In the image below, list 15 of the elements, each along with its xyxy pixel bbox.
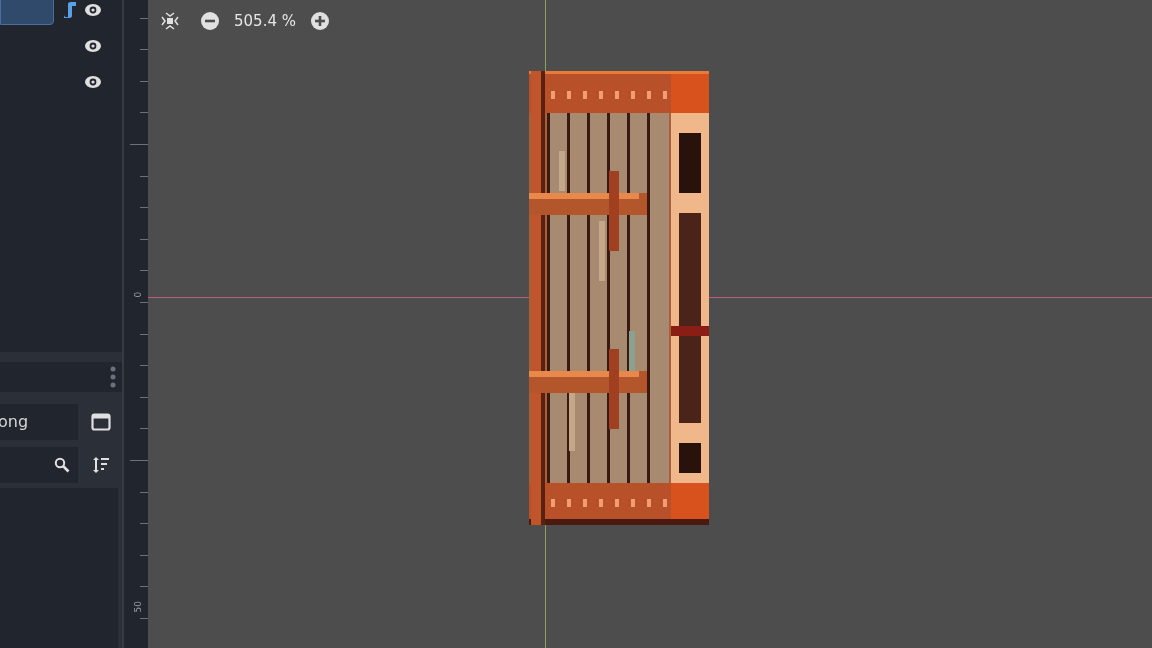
search-icon bbox=[54, 457, 70, 473]
search-field[interactable] bbox=[0, 447, 78, 483]
zoom-in-icon[interactable] bbox=[309, 11, 330, 32]
ruler-label: 50 bbox=[132, 601, 144, 613]
zoom-out-icon[interactable] bbox=[200, 11, 220, 32]
eye-icon[interactable] bbox=[84, 39, 102, 53]
zoom-reset-icon[interactable] bbox=[160, 11, 180, 32]
script-icon[interactable] bbox=[62, 2, 76, 18]
kebab-menu-icon[interactable] bbox=[110, 366, 116, 388]
ruler-label: 0 bbox=[132, 291, 145, 298]
sort-icon[interactable] bbox=[92, 456, 110, 474]
layout-toggle-icon[interactable] bbox=[91, 413, 111, 431]
zoom-level: 505.4 % bbox=[234, 11, 296, 32]
eye-icon[interactable] bbox=[84, 75, 102, 89]
eye-icon[interactable] bbox=[84, 3, 102, 17]
